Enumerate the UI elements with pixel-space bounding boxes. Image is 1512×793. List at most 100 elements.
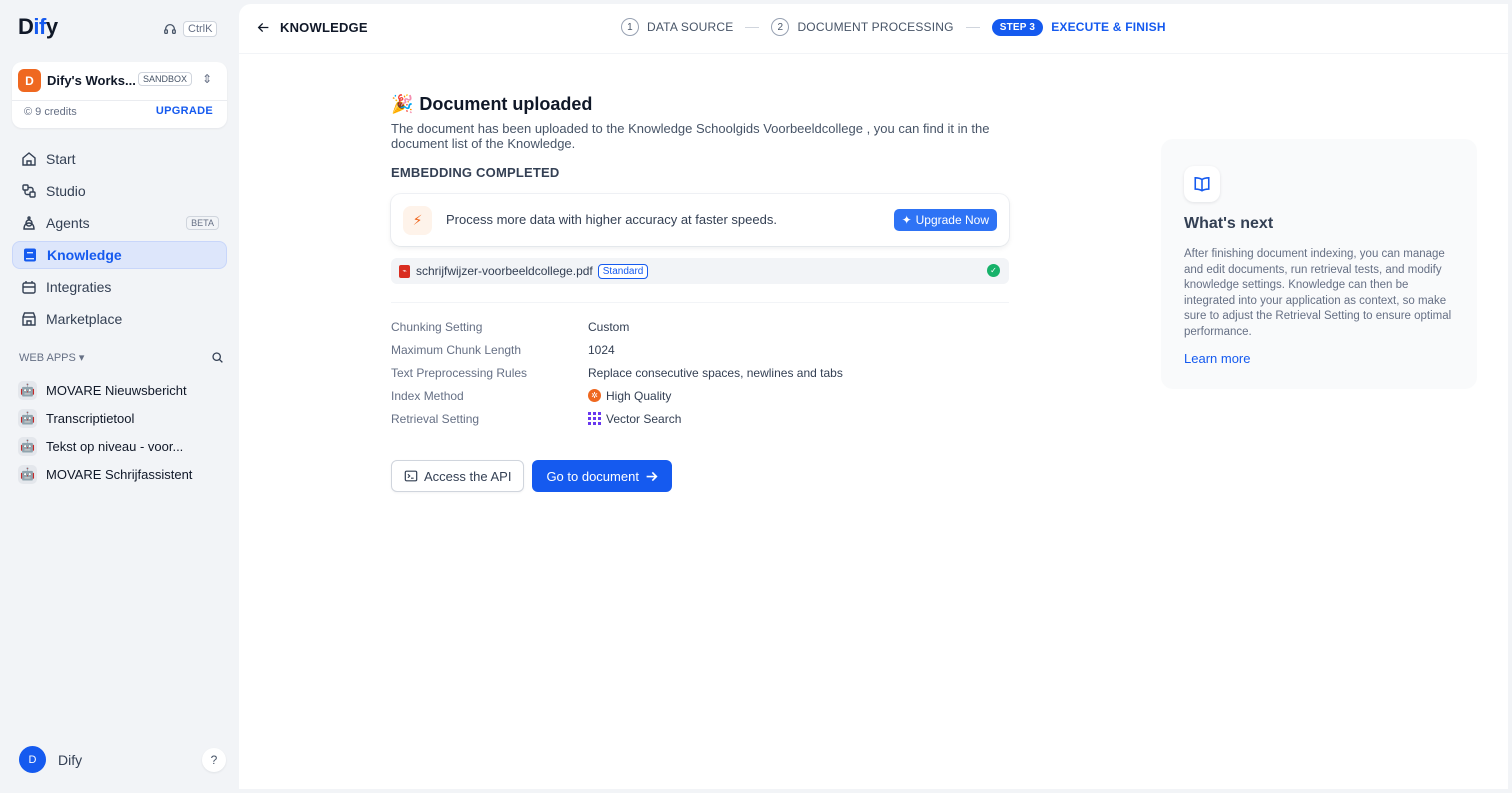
setting-label: Maximum Chunk Length (391, 342, 522, 357)
upload-result: 🎉 Document uploaded The document has bee… (391, 94, 1009, 492)
headset-icon (164, 23, 176, 35)
workspace-card[interactable]: D Dify's Works... SANDBOX ⇕ © 9 credits … (12, 62, 227, 128)
lightning-icon: ⚡ (403, 206, 432, 235)
step-document-processing: 2 DOCUMENT PROCESSING (771, 18, 954, 36)
whats-next-text: After finishing document indexing, you c… (1184, 248, 1452, 338)
nav-item-marketplace[interactable]: Marketplace (12, 305, 227, 333)
setting-value: 1024 (588, 342, 615, 357)
back-button[interactable]: KNOWLEDGE (257, 20, 368, 35)
caret-down-icon: ▾ (78, 352, 85, 364)
user-name: Dify (58, 751, 83, 768)
search-shortcut[interactable]: CtrlK (163, 21, 218, 37)
web-app-item[interactable]: 🤖 Transcriptietool (18, 404, 223, 432)
robot-icon: 🤖 (18, 436, 37, 456)
setting-row: Retrieval Setting Vector Search (391, 407, 1009, 430)
agent-icon (20, 214, 38, 232)
pdf-icon: ⌁ (399, 264, 410, 278)
upgrade-now-label: Upgrade Now (915, 213, 989, 227)
nav-label: Studio (46, 183, 86, 199)
web-apps-list: 🤖 MOVARE Nieuwsbericht 🤖 Transcriptietool … (18, 376, 223, 488)
setting-row: Index Method ✲ High Quality (391, 384, 1009, 407)
nav-item-integraties[interactable]: Integraties (12, 273, 227, 301)
upgrade-text: Process more data with higher accuracy a… (446, 212, 777, 227)
step-label: DOCUMENT PROCESSING (797, 20, 954, 34)
check-circle-icon: ✓ (987, 264, 1000, 277)
go-to-document-label: Go to document (546, 468, 639, 484)
party-icon: 🎉 (391, 94, 414, 114)
nav-item-knowledge[interactable]: Knowledge (12, 241, 227, 269)
credits-label: © 9 credits (24, 106, 77, 118)
shortcut-badge: CtrlK (183, 21, 218, 37)
upgrade-now-button[interactable]: ✦ Upgrade Now (893, 209, 997, 231)
web-app-label: Transcriptietool (46, 410, 135, 426)
file-name: schrijfwijzer-voorbeeldcollege.pdf (416, 264, 593, 278)
upgrade-link[interactable]: UPGRADE (156, 105, 213, 117)
access-api-label: Access the API (424, 468, 512, 484)
nav-label: Marketplace (46, 311, 123, 327)
nav-item-studio[interactable]: Studio (12, 177, 227, 205)
whats-next-title: What's next (1184, 215, 1274, 232)
beta-badge: BETA (186, 216, 219, 230)
setting-label: Chunking Setting (391, 319, 483, 334)
web-app-item[interactable]: 🤖 MOVARE Nieuwsbericht (18, 376, 223, 404)
workspace-avatar: D (18, 69, 41, 92)
action-buttons: Access the API Go to document (391, 460, 1009, 492)
web-app-item[interactable]: 🤖 MOVARE Schrijfassistent (18, 460, 223, 488)
file-item: ⌁ schrijfwijzer-voorbeeldcollege.pdf Sta… (391, 258, 1009, 284)
avatar: D (19, 746, 46, 773)
sidebar: Dify CtrlK D Dify's Works... SANDBOX ⇕ ©… (0, 0, 240, 793)
setting-value: Vector Search (588, 412, 681, 426)
integrations-icon (20, 278, 38, 296)
page-title: 🎉 Document uploaded (391, 94, 1009, 115)
step-separator (745, 26, 760, 28)
search-icon[interactable] (211, 351, 224, 364)
web-app-label: MOVARE Schrijfassistent (46, 466, 193, 482)
home-icon (20, 150, 38, 168)
step-separator (965, 26, 980, 28)
marketplace-icon (20, 310, 38, 328)
setting-label: Index Method (391, 388, 464, 403)
robot-icon: 🤖 (18, 380, 37, 400)
terminal-icon (404, 470, 418, 482)
step-number: STEP 3 (991, 18, 1044, 36)
setting-row: Text Preprocessing Rules Replace consecu… (391, 361, 1009, 384)
robot-icon: 🤖 (18, 464, 37, 484)
dify-logo[interactable]: Dify (18, 14, 58, 40)
nav-item-start[interactable]: Start (12, 145, 227, 173)
step-label: DATA SOURCE (647, 20, 734, 34)
nav-label: Knowledge (47, 247, 122, 263)
step-label: EXECUTE & FINISH (1051, 20, 1166, 34)
arrow-right-icon (646, 471, 658, 481)
step-execute-finish: STEP 3 EXECUTE & FINISH (991, 18, 1166, 36)
topbar: KNOWLEDGE 1 DATA SOURCE 2 DOCUMENT PROCE… (239, 4, 1508, 54)
access-api-button[interactable]: Access the API (391, 460, 525, 492)
embedding-status: EMBEDDING COMPLETED (391, 165, 560, 180)
go-to-document-button[interactable]: Go to document (532, 460, 672, 492)
nav-item-agents[interactable]: Agents BETA (12, 209, 227, 237)
web-apps-toggle[interactable]: WEB APPS ▾ (19, 351, 84, 364)
help-button[interactable]: ? (202, 748, 226, 772)
sparkle-icon: ✦ (901, 213, 912, 227)
learn-more-link[interactable]: Learn more (1184, 351, 1250, 366)
main-panel: KNOWLEDGE 1 DATA SOURCE 2 DOCUMENT PROCE… (239, 4, 1508, 789)
title-text: Document uploaded (419, 94, 593, 114)
setting-value: Replace consecutive spaces, newlines and… (588, 365, 843, 380)
plan-badge: SANDBOX (138, 72, 193, 86)
setting-value: ✲ High Quality (588, 389, 671, 403)
settings-summary: Chunking Setting Custom Maximum Chunk Le… (391, 315, 1009, 430)
knowledge-icon (21, 246, 39, 264)
divider (391, 302, 1009, 303)
main-nav: Start Studio Agents BETA Knowledge Integ… (12, 145, 227, 337)
chevron-updown-icon[interactable]: ⇕ (202, 72, 212, 86)
web-app-item[interactable]: 🤖 Tekst op niveau - voor... (18, 432, 223, 460)
setting-label: Text Preprocessing Rules (391, 365, 528, 380)
back-label: KNOWLEDGE (280, 20, 368, 35)
coin-icon: © (24, 106, 36, 118)
nav-label: Agents (46, 215, 90, 231)
vector-search-icon (588, 412, 601, 425)
user-menu[interactable]: D Dify (19, 746, 82, 773)
robot-icon: 🤖 (18, 408, 37, 428)
nav-label: Start (46, 151, 76, 167)
nav-label: Integraties (46, 279, 112, 295)
whats-next-card: What's next After finishing document ind… (1161, 139, 1477, 389)
